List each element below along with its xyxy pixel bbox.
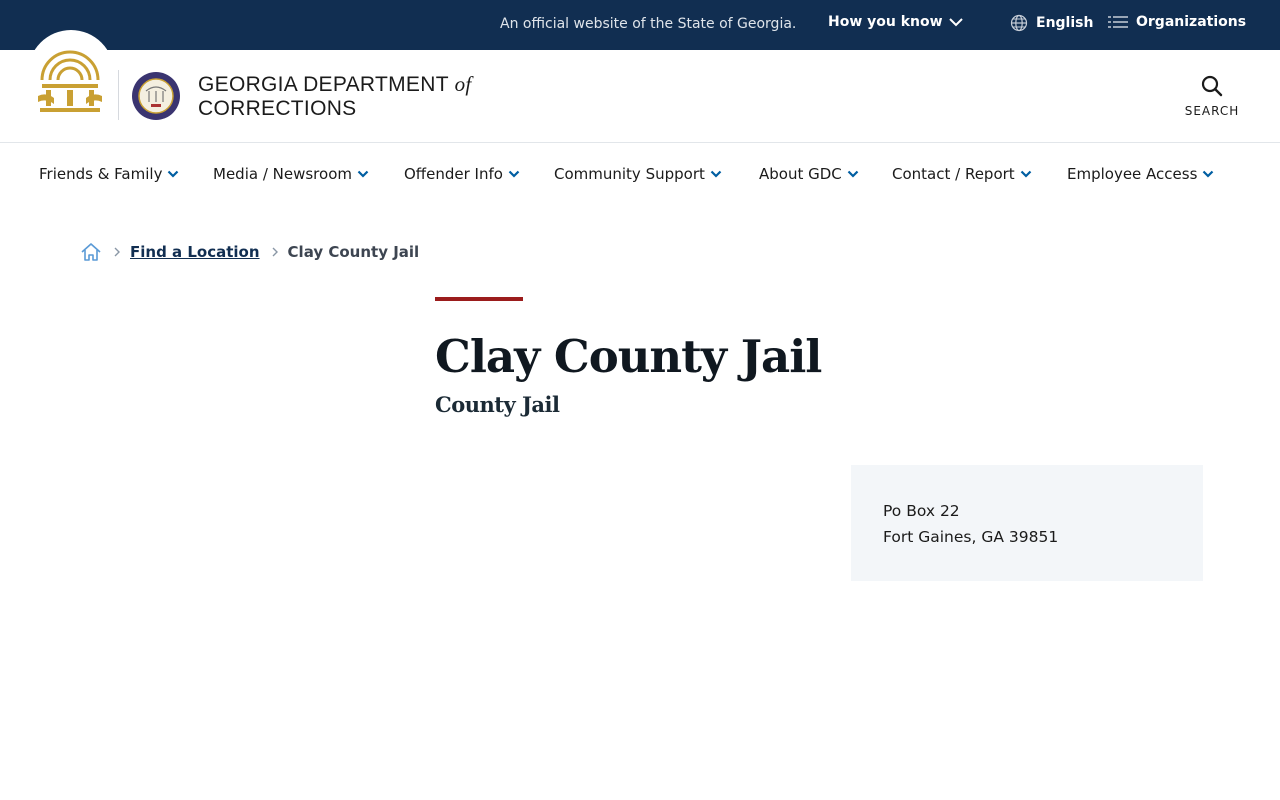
official-site-text: An official website of the State of Geor… bbox=[500, 16, 797, 32]
search-icon bbox=[1201, 75, 1223, 97]
official-banner: An official website of the State of Geor… bbox=[0, 0, 1280, 50]
page-title: Clay County Jail bbox=[435, 330, 822, 383]
nav-item-about-gdc[interactable]: About GDC bbox=[759, 165, 859, 183]
main-navigation: Friends & Family Media / Newsroom Offend… bbox=[0, 143, 1280, 203]
chevron-down-icon bbox=[948, 18, 963, 27]
department-name[interactable]: GEORGIA DEPARTMENT of CORRECTIONS bbox=[198, 72, 472, 121]
page-subtitle: County Jail bbox=[435, 392, 560, 417]
nav-item-contact-report[interactable]: Contact / Report bbox=[892, 165, 1032, 183]
nav-item-label: Employee Access bbox=[1067, 165, 1198, 183]
chevron-right-icon bbox=[113, 246, 121, 258]
breadcrumb-link-find-location[interactable]: Find a Location bbox=[130, 243, 260, 261]
nav-item-label: Contact / Report bbox=[892, 165, 1015, 183]
nav-item-media-newsroom[interactable]: Media / Newsroom bbox=[213, 165, 369, 183]
language-label: English bbox=[1036, 15, 1094, 31]
language-selector[interactable]: English bbox=[1010, 14, 1093, 32]
how-you-know-label: How you know bbox=[828, 14, 943, 30]
breadcrumb: Find a Location Clay County Jail bbox=[80, 241, 419, 263]
address-line2: Fort Gaines, GA 39851 bbox=[883, 528, 1059, 546]
chevron-down-icon bbox=[1020, 170, 1031, 178]
nav-item-community-support[interactable]: Community Support bbox=[554, 165, 722, 183]
gdc-seal-logo[interactable] bbox=[131, 71, 181, 121]
chevron-down-icon bbox=[357, 170, 369, 178]
nav-item-label: Offender Info bbox=[404, 165, 503, 183]
list-icon bbox=[1108, 16, 1128, 28]
nav-item-label: Friends & Family bbox=[39, 165, 163, 183]
department-name-line1: GEORGIA DEPARTMENT bbox=[198, 73, 449, 96]
chevron-down-icon bbox=[710, 170, 722, 178]
chevron-down-icon bbox=[508, 170, 520, 178]
chevron-down-icon bbox=[168, 170, 179, 178]
how-you-know-button[interactable]: How you know bbox=[828, 14, 963, 30]
nav-item-offender-info[interactable]: Offender Info bbox=[404, 165, 520, 183]
header-divider bbox=[118, 70, 119, 120]
site-header bbox=[0, 50, 1280, 143]
address-card: Po Box 22 Fort Gaines, GA 39851 bbox=[851, 465, 1203, 581]
nav-item-label: About GDC bbox=[759, 165, 842, 183]
organizations-button[interactable]: Organizations bbox=[1108, 14, 1246, 30]
title-accent-rule bbox=[435, 297, 523, 301]
globe-icon bbox=[1010, 14, 1028, 32]
home-icon[interactable] bbox=[80, 241, 102, 263]
chevron-down-icon bbox=[847, 170, 859, 178]
georgia-seal-logo[interactable] bbox=[36, 40, 104, 116]
chevron-right-icon bbox=[271, 246, 279, 258]
nav-item-label: Community Support bbox=[554, 165, 705, 183]
chevron-down-icon bbox=[1203, 170, 1214, 178]
department-name-line2: CORRECTIONS bbox=[198, 97, 357, 120]
search-label: SEARCH bbox=[1184, 104, 1240, 118]
department-name-of: of bbox=[454, 72, 472, 96]
breadcrumb-current: Clay County Jail bbox=[287, 243, 420, 261]
organizations-label: Organizations bbox=[1136, 14, 1247, 30]
nav-item-friends-family[interactable]: Friends & Family bbox=[39, 165, 179, 183]
nav-item-label: Media / Newsroom bbox=[213, 165, 352, 183]
address-line1: Po Box 22 bbox=[883, 502, 960, 520]
nav-item-employee-access[interactable]: Employee Access bbox=[1067, 165, 1214, 183]
search-button[interactable]: SEARCH bbox=[1180, 74, 1244, 118]
